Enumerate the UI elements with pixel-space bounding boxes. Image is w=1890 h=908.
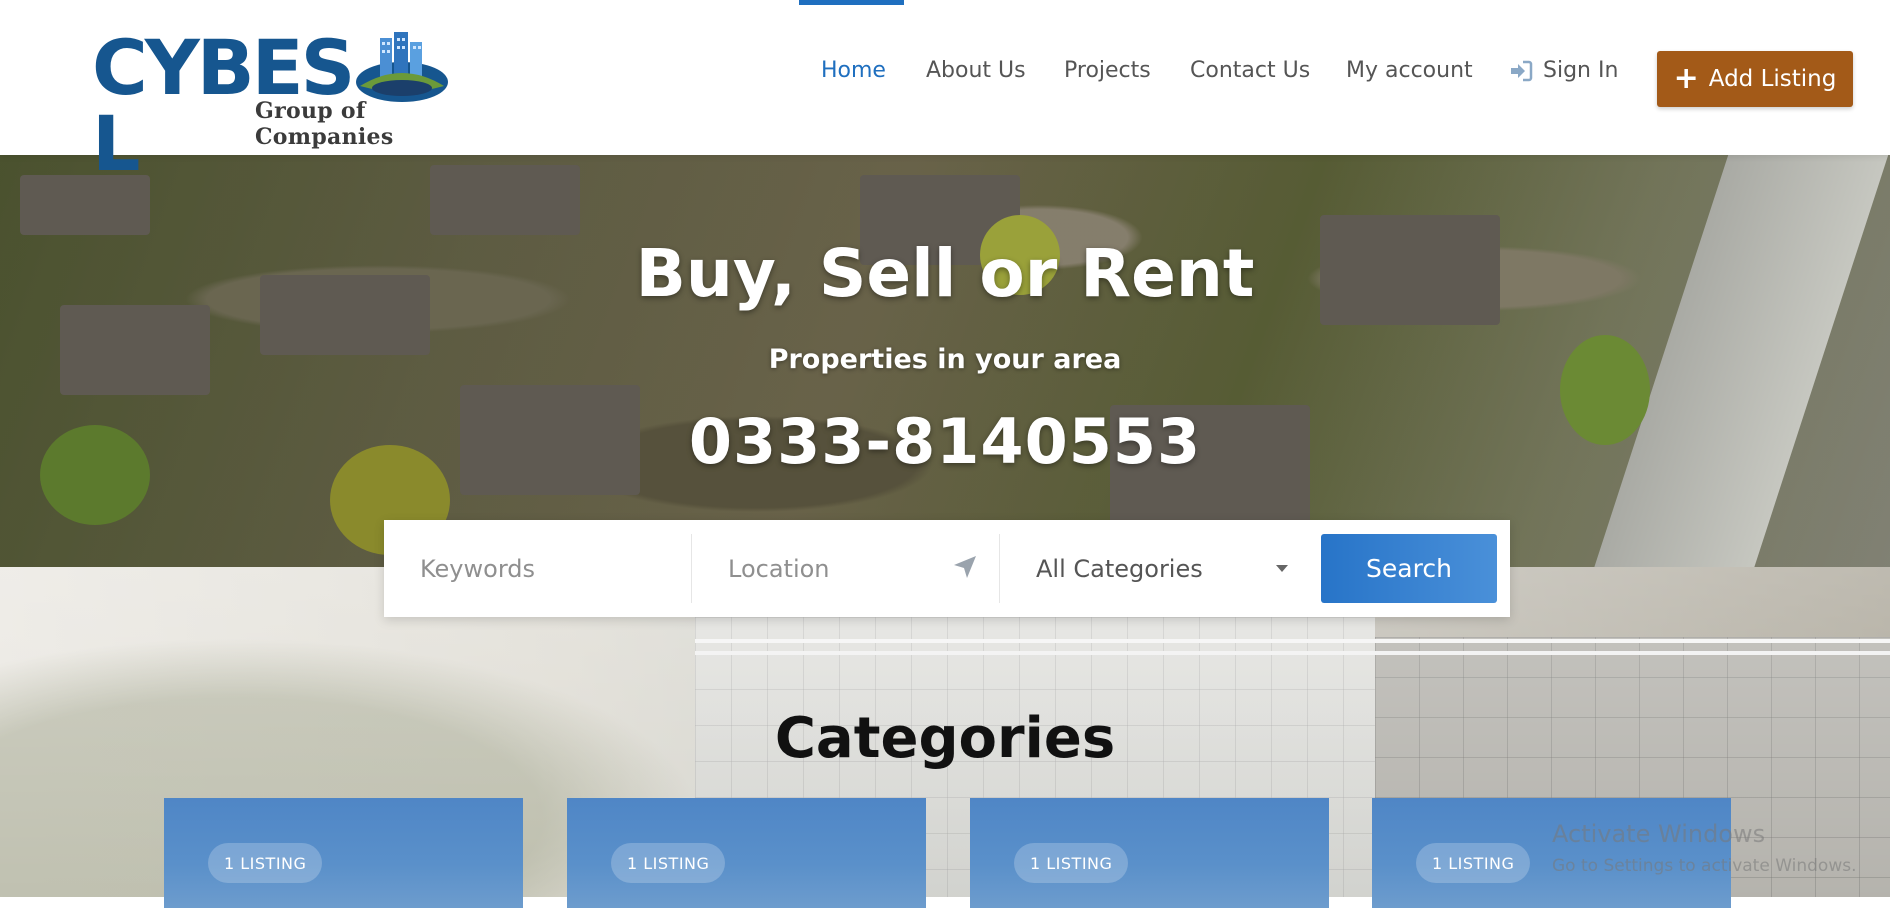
add-listing-button[interactable]: + Add Listing	[1657, 51, 1853, 107]
watermark-subtitle: Go to Settings to activate Windows.	[1552, 856, 1857, 876]
search-bar: Keywords Location All Categories Search	[384, 520, 1510, 617]
search-divider	[691, 534, 692, 603]
listing-count-badge: 1 LISTING	[208, 843, 323, 883]
nav-my-account[interactable]: My account	[1346, 58, 1473, 83]
keywords-input[interactable]: Keywords	[420, 520, 690, 617]
listing-count-badge: 1 LISTING	[1416, 843, 1531, 883]
location-arrow-icon[interactable]	[952, 554, 978, 580]
listing-count-badge: 1 LISTING	[1014, 843, 1129, 883]
nav-projects[interactable]: Projects	[1064, 58, 1151, 83]
nav-sign-in[interactable]: Sign In	[1509, 58, 1618, 83]
search-divider	[999, 534, 1000, 603]
sign-in-icon	[1511, 60, 1533, 82]
logo-buildings-icon	[356, 32, 448, 102]
nav-home[interactable]: Home	[821, 58, 886, 83]
nav-active-indicator	[799, 0, 904, 5]
hero-phone-number: 0333-8140553	[688, 405, 1202, 478]
logo[interactable]: CYBESL Group of Companies	[92, 30, 482, 182]
nav-contact-us[interactable]: Contact Us	[1190, 58, 1310, 83]
search-button[interactable]: Search	[1321, 534, 1497, 603]
site-header: CYBESL Group of Companies Home About Us …	[0, 0, 1890, 182]
hero-title: Buy, Sell or Rent	[635, 235, 1255, 312]
logo-subtitle: Group of Companies	[255, 98, 394, 150]
sign-in-label: Sign In	[1543, 58, 1619, 83]
category-select[interactable]: All Categories	[1036, 520, 1306, 617]
listing-count-badge: 1 LISTING	[611, 843, 726, 883]
category-card[interactable]: 1 LISTING	[164, 798, 523, 908]
plus-icon: +	[1673, 61, 1699, 96]
categories-title: Categories	[774, 706, 1116, 771]
watermark-title: Activate Windows	[1552, 820, 1766, 848]
category-card[interactable]: 1 LISTING	[970, 798, 1329, 908]
windows-activation-watermark: Activate Windows Go to Settings to activ…	[1552, 820, 1857, 876]
category-card[interactable]: 1 LISTING	[567, 798, 926, 908]
nav-about-us[interactable]: About Us	[926, 58, 1026, 83]
caret-down-icon[interactable]	[1276, 565, 1288, 572]
add-listing-label: Add Listing	[1708, 66, 1837, 92]
hero-subtitle: Properties in your area	[768, 344, 1122, 375]
